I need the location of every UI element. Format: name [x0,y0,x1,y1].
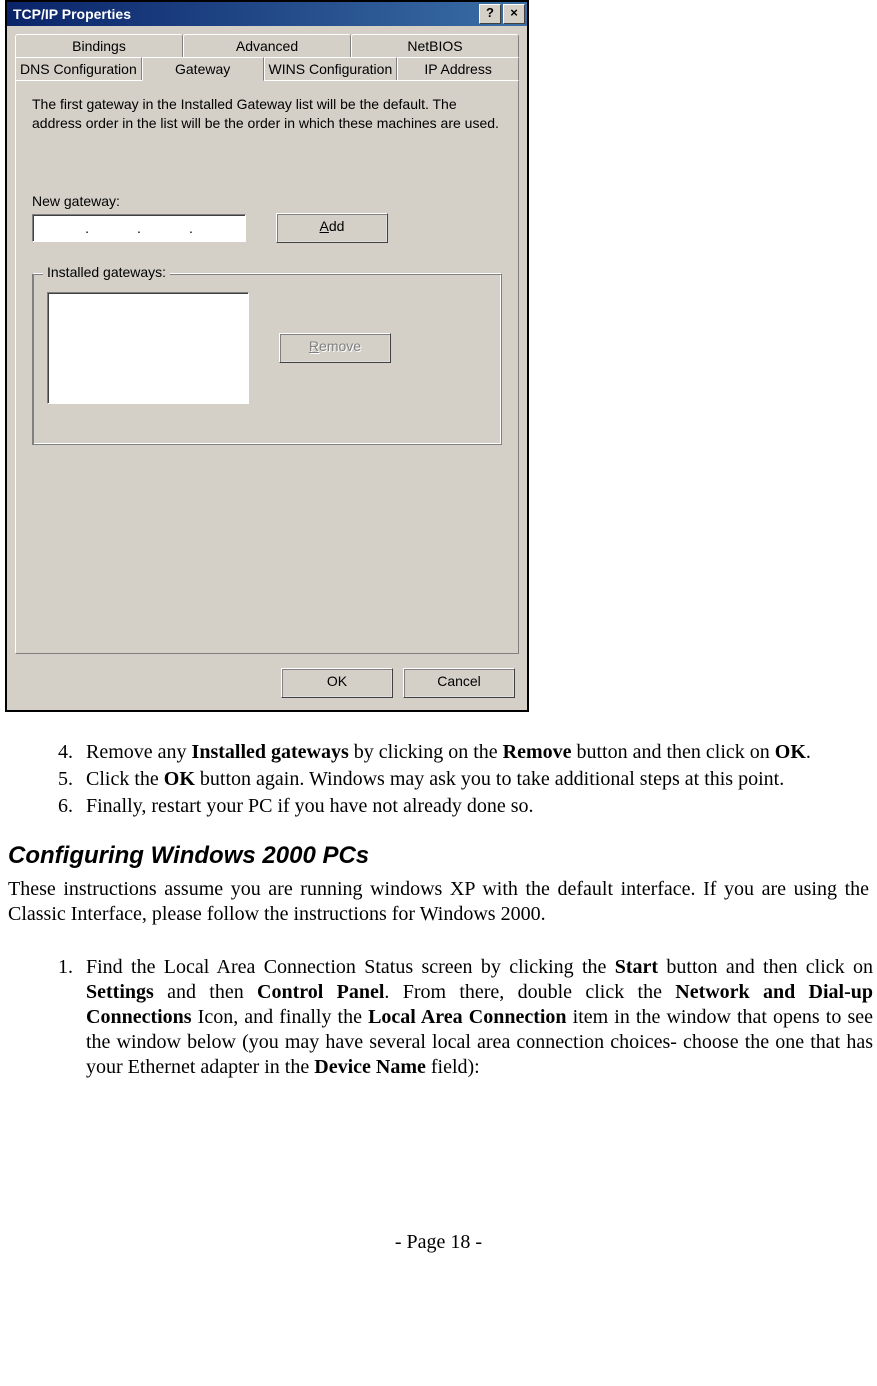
tab-bindings[interactable]: Bindings [15,34,183,57]
list-item: Click the OK button again. Windows may a… [78,767,873,792]
tab-dns-configuration[interactable]: DNS Configuration [15,57,142,81]
tab-wins-configuration[interactable]: WINS Configuration [264,57,398,81]
tab-ip-address[interactable]: IP Address [397,57,519,81]
help-button[interactable]: ? [479,4,501,24]
installed-gateways-label: Installed gateways: [43,264,170,280]
list-item: Finally, restart your PC if you have not… [78,794,873,819]
list-item: Remove any Installed gateways by clickin… [78,740,873,765]
new-gateway-label: New gateway: [32,193,502,209]
tcpip-properties-dialog: TCP/IP Properties ? × Bindings Advanced … [5,0,529,712]
ok-button[interactable]: OK [281,668,393,698]
tab-netbios[interactable]: NetBIOS [351,34,519,57]
add-button[interactable]: Add [276,213,388,243]
remove-button[interactable]: Remove [279,333,391,363]
cancel-button[interactable]: Cancel [403,668,515,698]
tab-gateway[interactable]: Gateway [142,57,264,81]
installed-gateways-group: Installed gateways: Remove [32,273,502,445]
new-gateway-input[interactable]: . . . [32,214,246,242]
titlebar: TCP/IP Properties ? × [7,2,527,26]
gateway-description: The first gateway in the Installed Gatew… [32,95,502,133]
installed-gateways-list[interactable] [47,292,249,404]
list-item: Find the Local Area Connection Status sc… [78,955,873,1080]
window-title: TCP/IP Properties [13,6,479,22]
instruction-list-b: Find the Local Area Connection Status sc… [4,955,873,1080]
section-heading: Configuring Windows 2000 PCs [8,841,873,871]
close-button[interactable]: × [503,4,525,24]
tab-advanced[interactable]: Advanced [183,34,351,57]
page-footer: - Page 18 - [4,1230,873,1255]
gateway-panel: The first gateway in the Installed Gatew… [15,80,519,654]
section-intro: These instructions assume you are runnin… [8,877,869,927]
instruction-list-a: Remove any Installed gateways by clickin… [4,740,873,819]
